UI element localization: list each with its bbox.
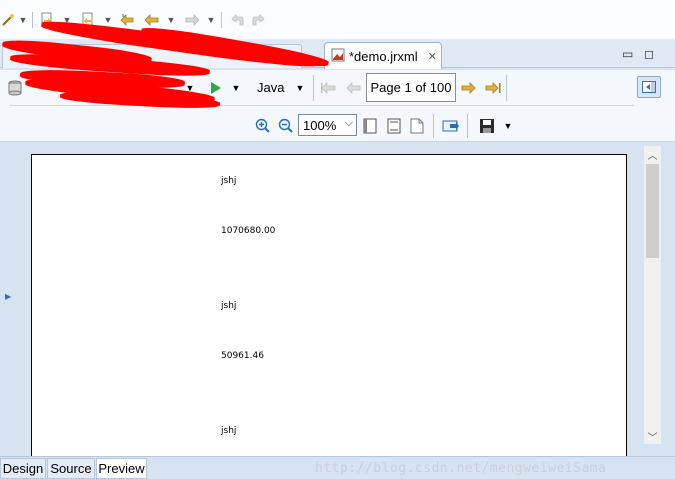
report-file-icon	[331, 48, 345, 65]
previous-page-icon	[345, 79, 363, 97]
toolbar-separator	[433, 114, 434, 138]
data-adapter-icon[interactable]	[7, 79, 23, 97]
toolbar-divider	[10, 105, 634, 106]
save-icon[interactable]	[477, 116, 497, 136]
row-label: jshj	[221, 426, 237, 436]
chevron-down-icon[interactable]: ▼	[166, 10, 176, 30]
tab-design[interactable]: Design	[0, 458, 46, 479]
wand-icon[interactable]	[0, 10, 16, 30]
chevron-down-icon[interactable]: ⌵	[345, 117, 353, 130]
toggle-side-panel-icon[interactable]	[637, 76, 661, 98]
scroll-down-icon[interactable]: ﹀	[644, 428, 661, 444]
first-page-icon	[320, 79, 338, 97]
undo-nav-icon	[228, 10, 246, 30]
chevron-down-icon[interactable]: ▼	[231, 80, 241, 96]
editor-mode-tabs: Design Source Preview http://blog.csdn.n…	[0, 456, 675, 479]
export-icon[interactable]	[441, 117, 461, 135]
tab-source[interactable]: Source	[47, 458, 95, 479]
toolbar-separator	[506, 75, 507, 101]
chevron-down-icon[interactable]: ▼	[503, 118, 513, 134]
chevron-down-icon[interactable]: ▼	[206, 10, 216, 30]
last-page-icon[interactable]	[484, 79, 502, 97]
scrollbar-thumb[interactable]	[646, 164, 659, 258]
tab-label: *demo.jrxml	[349, 48, 418, 64]
maximize-icon[interactable]: ◻	[644, 47, 654, 61]
row-value: 1070680.00	[221, 226, 276, 236]
fit-width-icon[interactable]	[385, 117, 403, 135]
close-icon[interactable]: ✕	[428, 50, 437, 63]
fit-page-icon[interactable]	[361, 117, 379, 135]
zoom-combo[interactable]: 100% ⌵	[298, 114, 357, 136]
next-page-icon[interactable]	[459, 79, 477, 97]
row-value: 50961.46	[221, 351, 264, 361]
expand-panel-icon[interactable]: ▶	[5, 292, 11, 301]
toolbar-separator	[313, 75, 314, 101]
toolbar-separator	[467, 114, 468, 138]
watermark-text: http://blog.csdn.net/mengweiweiSama	[315, 461, 607, 476]
row-label: jshj	[221, 176, 237, 186]
minimize-icon[interactable]: ▭	[622, 47, 633, 61]
preview-toolbar-zoom: 100% ⌵ ▼	[0, 105, 675, 142]
tab-demo-jrxml[interactable]: *demo.jrxml ✕	[324, 42, 442, 69]
export-language-label[interactable]: Java	[257, 80, 284, 95]
tab-preview[interactable]: Preview	[96, 458, 147, 479]
report-page: jshj 1070680.00 jshj 50961.46 jshj	[31, 154, 627, 464]
zoom-out-icon[interactable]	[277, 117, 295, 135]
chevron-down-icon[interactable]: ▼	[18, 10, 28, 30]
toolbar-separator	[221, 12, 222, 28]
actual-size-icon[interactable]	[408, 117, 426, 135]
vertical-scrollbar[interactable]: ︿ ﹀	[644, 146, 661, 444]
page-number-field[interactable]: Page 1 of 100	[366, 73, 456, 102]
toolbar-separator	[32, 12, 33, 28]
scroll-up-icon[interactable]: ︿	[644, 146, 661, 162]
report-editor: *demo.jrxml ✕ ▭ ◻ ▼ ▼ Java ▼ Page 1 of 1…	[0, 40, 675, 479]
row-label: jshj	[221, 301, 237, 311]
report-preview: ▶ jshj 1070680.00 jshj 50961.46 jshj ︿ ﹀	[0, 142, 675, 464]
forward-icon	[183, 10, 201, 30]
zoom-in-icon[interactable]	[254, 117, 272, 135]
language-dropdown-icon[interactable]: ▼	[295, 80, 305, 96]
zoom-value: 100%	[303, 117, 337, 133]
redo-nav-icon	[250, 10, 268, 30]
